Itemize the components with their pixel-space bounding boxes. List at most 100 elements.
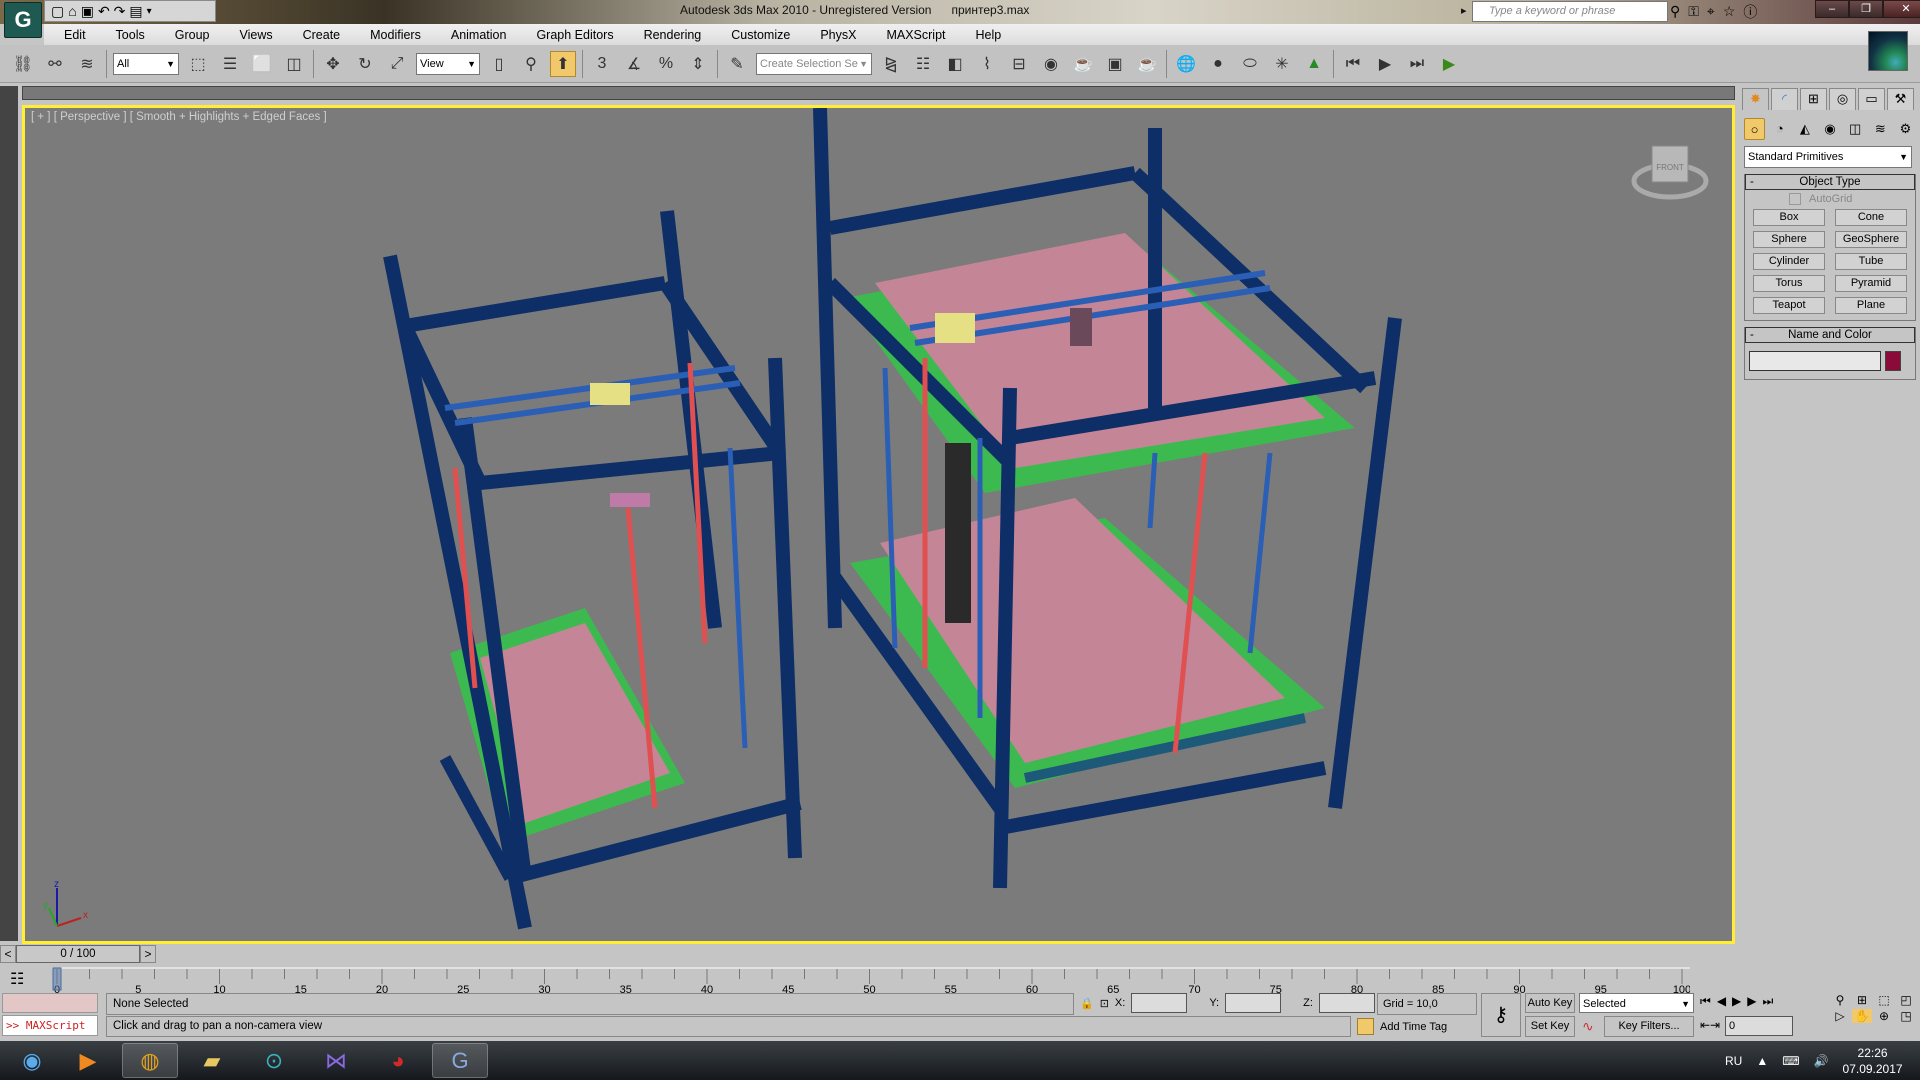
taskbar-visual-studio[interactable]: ⋈ <box>308 1043 364 1078</box>
material-editor-icon[interactable]: ◉ <box>1038 51 1064 77</box>
perspective-viewport[interactable]: [ + ] [ Perspective ] [ Smooth + Highlig… <box>22 105 1735 944</box>
render-setup-icon[interactable]: ☕ <box>1070 51 1096 77</box>
pyramid-button[interactable]: Pyramid <box>1835 275 1907 292</box>
modify-tab[interactable]: ◜ <box>1771 88 1798 110</box>
absolute-mode-icon[interactable]: ⊡ <box>1100 997 1109 1010</box>
primitive-category-dropdown[interactable]: Standard Primitives <box>1744 146 1912 168</box>
next-frame-icon[interactable]: ⏭ <box>1404 51 1430 77</box>
menu-edit[interactable]: Edit <box>44 28 96 42</box>
taskbar-chrome[interactable]: ◍ <box>122 1043 178 1078</box>
menu-graph-editors[interactable]: Graph Editors <box>516 28 623 42</box>
next-frame-button[interactable]: > <box>140 945 156 963</box>
satellite-icon[interactable]: ⌖ <box>1707 3 1715 20</box>
x-coordinate-field[interactable] <box>1131 993 1188 1013</box>
clock[interactable]: 22:26 07.09.2017 <box>1843 1045 1903 1077</box>
minimize-button[interactable]: – <box>1815 0 1849 18</box>
quick-render-icon[interactable]: ☕ <box>1134 51 1160 77</box>
menu-physx[interactable]: PhysX <box>800 28 866 42</box>
new-file-icon[interactable]: ▢ <box>51 3 64 20</box>
pan-hand-icon[interactable]: ✋ <box>1852 1009 1872 1023</box>
edit-named-selection-icon[interactable]: ✎ <box>724 51 750 77</box>
viewcube[interactable]: FRONT <box>1630 136 1710 206</box>
go-to-start-icon[interactable]: ⏮ <box>1700 994 1711 1009</box>
lights-icon[interactable]: ◭ <box>1794 118 1815 140</box>
default-tangent-icon[interactable]: ∿ <box>1582 1018 1594 1035</box>
key-filters-button[interactable]: Key Filters... <box>1604 1016 1694 1037</box>
project-folder-icon[interactable]: ▤ <box>129 3 142 20</box>
plane-button[interactable]: Plane <box>1835 297 1907 314</box>
rotate-icon[interactable]: ↻ <box>352 51 378 77</box>
undo-icon[interactable]: ↶ <box>98 3 110 20</box>
previous-frame-icon[interactable]: ◀ <box>1717 994 1726 1009</box>
object-color-swatch[interactable] <box>1885 351 1901 371</box>
menu-animation[interactable]: Animation <box>431 28 517 42</box>
taskbar-explorer[interactable]: ▰ <box>184 1043 240 1078</box>
spinner-snap-icon[interactable]: ⇕ <box>685 51 711 77</box>
current-frame-marker[interactable] <box>52 967 62 991</box>
teapot-button[interactable]: Teapot <box>1753 297 1825 314</box>
help-icon[interactable]: ⓘ <box>1743 2 1757 22</box>
taskbar-downloader[interactable]: ⊙ <box>246 1043 302 1078</box>
layer-manager-icon[interactable]: ◧ <box>942 51 968 77</box>
systems-icon[interactable]: ⚙ <box>1895 118 1916 140</box>
angle-snap-icon[interactable]: ∡ <box>621 51 647 77</box>
show-hidden-icons[interactable]: ▲ <box>1756 1054 1768 1068</box>
curve-editor-icon[interactable]: ⌇ <box>974 51 1000 77</box>
scene-3d[interactable] <box>25 108 1732 941</box>
app-menu-button[interactable]: G <box>4 2 42 38</box>
pivot-center-icon[interactable]: ▯ <box>486 51 512 77</box>
sphere-button[interactable]: Sphere <box>1753 231 1825 248</box>
go-to-end-icon[interactable]: ⏭ <box>1763 994 1774 1009</box>
rendered-frame-window-icon[interactable]: ▣ <box>1102 51 1128 77</box>
reference-coordinate-dropdown[interactable]: View <box>416 52 480 75</box>
field-of-view-icon[interactable]: ▷ <box>1830 1009 1850 1023</box>
utilities-tab[interactable]: ⚒ <box>1887 88 1914 110</box>
geometry-icon[interactable]: ○ <box>1744 118 1766 140</box>
name-color-header[interactable]: - Name and Color <box>1745 327 1915 343</box>
curve-editor-mini-icon[interactable]: ☷ <box>10 969 24 989</box>
zoom-extents-icon[interactable]: ⬚ <box>1874 993 1894 1007</box>
save-icon[interactable]: ▣ <box>81 3 94 20</box>
network-icon[interactable]: ⌨ <box>1782 1054 1799 1068</box>
menu-create[interactable]: Create <box>283 28 351 42</box>
maximize-viewport-icon[interactable]: ◳ <box>1896 1009 1916 1023</box>
taskbar-comodo-dragon[interactable]: ◕ <box>370 1043 426 1078</box>
menu-modifiers[interactable]: Modifiers <box>350 28 431 42</box>
selection-region-icon[interactable]: ⬜ <box>249 51 275 77</box>
window-crossing-icon[interactable]: ◫ <box>281 51 307 77</box>
named-selection-dropdown[interactable]: Create Selection Se <box>756 52 872 75</box>
prev-frame-button[interactable]: < <box>0 945 16 963</box>
play-icon[interactable]: ▶ <box>1372 51 1398 77</box>
create-tab[interactable]: ✸ <box>1742 88 1769 110</box>
schematic-view-icon[interactable]: ⊟ <box>1006 51 1032 77</box>
add-time-tag[interactable]: Add Time Tag <box>1357 1018 1447 1035</box>
orbit-icon[interactable]: ⊕ <box>1874 1009 1894 1023</box>
sphere-primitive-icon[interactable]: ● <box>1205 51 1231 77</box>
key-mode-dropdown[interactable]: Selected <box>1579 993 1694 1014</box>
move-icon[interactable]: ✥ <box>320 51 346 77</box>
time-slider[interactable]: < 0 / 100 > <box>0 945 1735 965</box>
box-button[interactable]: Box <box>1753 209 1825 226</box>
start-button[interactable]: ◉ <box>4 1043 60 1078</box>
menu-group[interactable]: Group <box>155 28 220 42</box>
maxscript-mini-listener[interactable]: >> MAXScript <box>2 1015 98 1036</box>
link-icon[interactable]: ⛓ <box>10 51 36 77</box>
current-frame-field[interactable]: 0 <box>1725 1016 1793 1036</box>
star-icon[interactable]: ☆ <box>1723 3 1736 20</box>
select-object-icon[interactable]: ⬚ <box>185 51 211 77</box>
cylinder-button[interactable]: Cylinder <box>1753 253 1825 270</box>
y-coordinate-field[interactable] <box>1225 993 1282 1013</box>
volume-icon[interactable]: 🔊 <box>1814 1054 1829 1068</box>
space-warps-icon[interactable]: ≋ <box>1870 118 1891 140</box>
z-coordinate-field[interactable] <box>1318 993 1375 1013</box>
next-frame-icon[interactable]: ▶ <box>1747 994 1756 1009</box>
object-type-header[interactable]: - Object Type <box>1745 174 1915 190</box>
key-icon[interactable]: ⚿ <box>1688 3 1699 20</box>
language-indicator[interactable]: RU <box>1725 1054 1742 1068</box>
zoom-all-icon[interactable]: ⊞ <box>1852 993 1872 1007</box>
menu-maxscript[interactable]: MAXScript <box>866 28 955 42</box>
help-search-input[interactable]: Type a keyword or phrase <box>1461 1 1668 22</box>
auto-key-button[interactable]: Auto Key <box>1525 993 1575 1013</box>
zoom-icon[interactable]: ⚲ <box>1830 993 1850 1007</box>
tube-button[interactable]: Tube <box>1835 253 1907 270</box>
